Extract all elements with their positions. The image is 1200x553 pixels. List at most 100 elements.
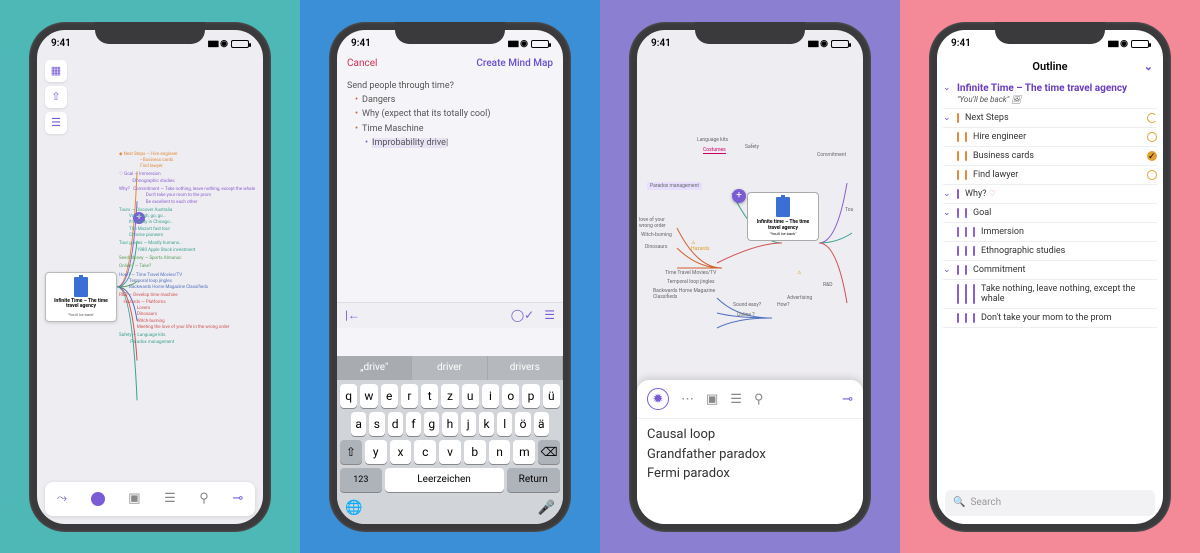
key-y[interactable]: y (365, 440, 387, 464)
key-l[interactable]: l (497, 412, 512, 436)
node-icon[interactable]: ✹ (647, 388, 669, 410)
more-icon[interactable]: ⋯ (681, 392, 694, 407)
key-space[interactable]: Leerzeichen (385, 468, 504, 492)
key-m[interactable]: m (513, 440, 535, 464)
branch-online[interactable]: Online? (119, 264, 134, 269)
node-how[interactable]: How? (777, 302, 790, 308)
note-icon[interactable]: ☰ (730, 392, 742, 407)
check-icon[interactable]: ◯✓ (511, 308, 534, 322)
expand-icon[interactable]: ⌄ (943, 265, 953, 275)
key-c[interactable]: c (414, 440, 436, 464)
branch-tourguides[interactable]: Tour guides (119, 241, 143, 246)
note-icon[interactable]: ☰ (45, 112, 67, 134)
node-hazards[interactable]: Hazards (691, 246, 710, 252)
key-x[interactable]: x (390, 440, 412, 464)
key-z[interactable]: z (441, 384, 458, 408)
chevron-down-icon[interactable]: ⌄ (1144, 60, 1153, 73)
expand-icon[interactable]: ⌄ (943, 208, 953, 218)
node-witch[interactable]: Witch-burning (641, 232, 672, 238)
node-ttmtv[interactable]: Time Travel Movies/TV (665, 270, 716, 276)
key-ä[interactable]: ä (534, 412, 549, 436)
node-costumes[interactable]: Costumes (703, 147, 726, 153)
key-s[interactable]: s (369, 412, 384, 436)
image-icon[interactable]: ▣ (128, 491, 140, 506)
outline-item[interactable]: Next Steps (965, 113, 1143, 123)
suggestion-sheet[interactable]: ✹ ⋯ ▣ ☰ ⚲ ⊸ Causal loop Grandfather para… (637, 380, 863, 524)
add-node-button[interactable]: + (732, 189, 746, 203)
outline-item[interactable]: Take nothing, leave nothing, except the … (981, 284, 1157, 304)
outline-title[interactable]: Infinite Time – The time travel agency (957, 83, 1157, 95)
node-online[interactable]: Online ? (737, 312, 755, 318)
central-node[interactable]: Infinite time – The time travel agency "… (747, 192, 819, 241)
outline-item[interactable]: Why? ♡ (965, 189, 1157, 199)
outline-item[interactable]: Business cards (973, 151, 1143, 161)
checkbox-checked-icon[interactable]: ✓ (1147, 151, 1157, 161)
key-e[interactable]: e (381, 384, 398, 408)
expand-icon[interactable]: ⌄ (943, 113, 953, 123)
outline-item[interactable]: Don't take your mom to the prom (981, 313, 1157, 323)
suggestion-item[interactable]: Causal loop (647, 425, 853, 445)
outline-item[interactable]: Commitment (973, 265, 1157, 275)
suggestion[interactable]: drivers (488, 356, 563, 380)
outline-editor[interactable]: Send people through time? Dangers Why (e… (337, 73, 563, 157)
list-item[interactable]: Dangers (355, 93, 553, 107)
key-⇧[interactable]: ⇧ (340, 440, 362, 464)
share-icon[interactable]: ⇧ (45, 86, 67, 108)
key-p[interactable]: p (522, 384, 539, 408)
branch-safety[interactable]: Safety (119, 333, 132, 338)
link-icon[interactable]: ⊸ (232, 491, 243, 506)
doc-icon[interactable]: ☰ (544, 308, 555, 322)
branch-tours[interactable]: Tours (119, 208, 130, 213)
key-n[interactable]: n (489, 440, 511, 464)
key-r[interactable]: r (401, 384, 418, 408)
suggestion[interactable]: „drive" (337, 356, 412, 380)
key-q[interactable]: q (340, 384, 357, 408)
style-icon[interactable]: ⚲ (754, 392, 764, 407)
outline-item[interactable]: Ethnographic studies (981, 246, 1157, 256)
node-tour[interactable]: Tou (845, 207, 853, 213)
add-button[interactable] (91, 492, 105, 506)
keyboard[interactable]: „drive" driver drivers qwertzuiopü asdfg… (337, 356, 563, 524)
expand-icon[interactable]: ⌄ (943, 189, 953, 199)
key-v[interactable]: v (439, 440, 461, 464)
branch-next-steps[interactable]: Next Steps (124, 152, 146, 157)
key-d[interactable]: d (388, 412, 403, 436)
suggestion-item[interactable]: Fermi paradox (647, 464, 853, 484)
key-j[interactable]: j (461, 412, 476, 436)
list-item[interactable]: Why (expect that its totally cool) (355, 107, 553, 121)
node-adv[interactable]: Advertising (787, 295, 812, 301)
key-a[interactable]: a (351, 412, 366, 436)
node-love[interactable]: love of your wrong order (639, 217, 666, 229)
note-tool-icon[interactable]: ☰ (164, 491, 176, 506)
key-h[interactable]: h (442, 412, 457, 436)
branch-seed-money[interactable]: Seed Money (119, 256, 144, 261)
style-icon[interactable]: ⚲ (199, 491, 209, 506)
node-commitment[interactable]: Commitment (817, 152, 846, 158)
branch-goal[interactable]: Goal (124, 172, 133, 177)
checkbox-icon[interactable] (1147, 132, 1157, 142)
outline-item[interactable]: Find lawyer (973, 170, 1143, 180)
suggestion-item[interactable]: Grandfather paradox (647, 445, 853, 465)
mic-icon[interactable]: 🎤 (538, 500, 555, 516)
key-o[interactable]: o (502, 384, 519, 408)
globe-icon[interactable]: 🌐 (345, 500, 362, 516)
node-temporal[interactable]: Temporal loop jingles (667, 279, 715, 285)
search-input[interactable]: 🔍 Search (945, 490, 1155, 516)
mindmap-view-icon[interactable]: ⤳ (57, 491, 67, 506)
expand-icon[interactable]: ⌄ (943, 83, 953, 93)
branch-why[interactable]: Why? (119, 187, 130, 192)
mindmap-canvas[interactable]: Infinite Time – The time travel agency "… (37, 52, 263, 480)
key-u[interactable]: u (462, 384, 479, 408)
key-w[interactable]: w (360, 384, 377, 408)
node-bhmc[interactable]: Backwards Home Magazine Classifieds (653, 288, 715, 300)
node-rd[interactable]: R&D (823, 282, 832, 288)
key-t[interactable]: t (421, 384, 438, 408)
outline-item[interactable]: Hire engineer (973, 132, 1143, 142)
key-g[interactable]: g (424, 412, 439, 436)
grid-icon[interactable]: ▦ (45, 60, 67, 82)
create-mindmap-button[interactable]: Create Mind Map (476, 58, 553, 69)
key-f[interactable]: f (406, 412, 421, 436)
outdent-icon[interactable]: |← (345, 308, 360, 322)
cancel-button[interactable]: Cancel (347, 58, 377, 69)
key-i[interactable]: i (482, 384, 499, 408)
